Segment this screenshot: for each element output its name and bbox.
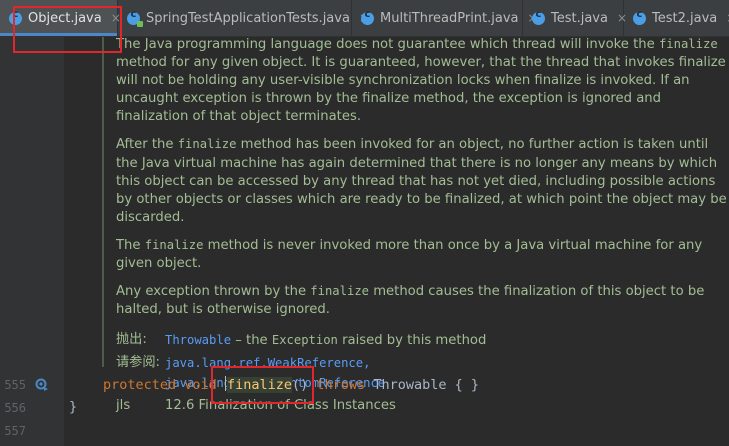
doc-paragraph: The Java programming language does not g…: [116, 37, 726, 125]
doc-paragraph: After the finalize method has been invok…: [116, 137, 727, 225]
doc-comment-bar: [102, 37, 104, 367]
java-test-class-icon: [127, 9, 143, 27]
jls-tag: jls: [116, 397, 131, 413]
override-method-icon[interactable]: [35, 378, 49, 392]
keyword-protected: protected: [103, 377, 177, 393]
tab-label: Test.java: [551, 10, 608, 26]
java-class-icon: [361, 9, 374, 25]
inline-code: finalize: [658, 37, 718, 51]
highlight-box-object-tab: [13, 6, 122, 53]
throws-tag-row: 抛出: Throwable – the Exception raised by …: [116, 332, 487, 349]
tab-multithreadprint-java[interactable]: MultiThreadPrint.java ×: [352, 0, 538, 36]
inline-code: finalize: [310, 284, 369, 299]
tab-label: Test2.java: [652, 10, 718, 26]
keyword-throws: throws: [316, 377, 366, 393]
tab-label: SpringTestApplicationTests.java: [146, 10, 350, 26]
inline-code: finalize: [144, 237, 204, 252]
tab-label: MultiThreadPrint.java: [380, 10, 519, 26]
doc-paragraph: Any exception thrown by the finalize met…: [116, 284, 705, 318]
method-body: { }: [454, 377, 479, 393]
type-throwable[interactable]: Throwable: [373, 377, 446, 393]
tab-test-java[interactable]: Test.java ×: [523, 0, 627, 36]
doc-paragraph: The finalize method is never invoked mor…: [116, 237, 703, 272]
inline-code: Exception: [271, 333, 338, 348]
throws-tag: 抛出:: [116, 332, 147, 348]
throwable-link[interactable]: Throwable: [165, 333, 231, 347]
line-number: 555: [4, 378, 26, 392]
tab-test2-java[interactable]: Test2.java ×: [624, 0, 729, 36]
line-number: 556: [4, 401, 26, 415]
see-also-tag: 请参阅:: [116, 355, 161, 371]
inline-code: finalize: [177, 137, 237, 152]
doc-tags: 抛出: Throwable – the Exception raised by …: [116, 331, 729, 414]
java-class-icon: [532, 9, 545, 25]
java-class-icon: [633, 9, 646, 25]
tab-springtestapplicationtests-java[interactable]: SpringTestApplicationTests.java ×: [118, 0, 369, 36]
rendered-javadoc: The Java programming language does not g…: [116, 37, 729, 419]
line-number: 557: [4, 424, 26, 438]
jls-tag-row: jls 12.6 Finalization of Class Instances: [116, 397, 729, 415]
highlight-box-finalize: [211, 366, 314, 404]
class-closing-brace: }: [69, 399, 78, 415]
